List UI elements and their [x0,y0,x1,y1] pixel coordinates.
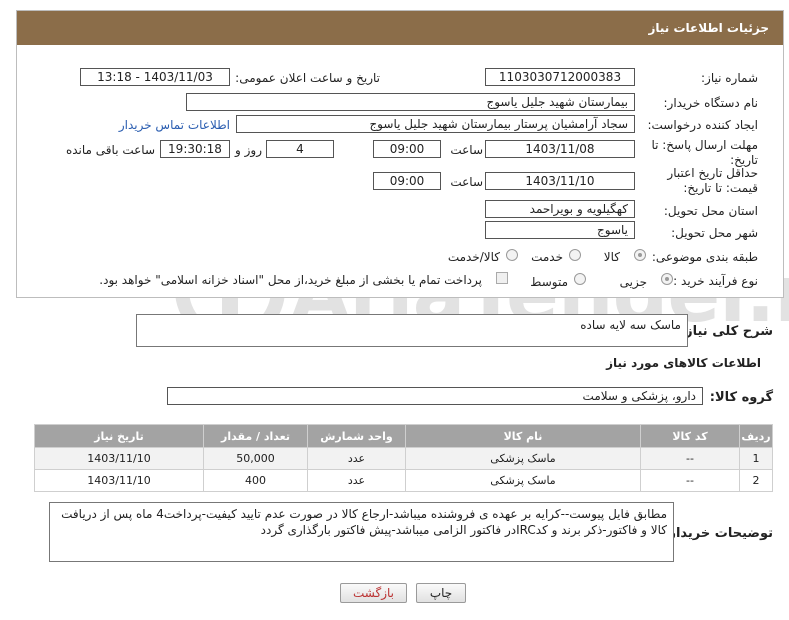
goods-table: ردیف کد کالا نام کالا واحد شمارش تعداد /… [34,424,773,492]
cell-row: 1 [739,447,773,470]
province-field[interactable]: کهگیلویه و بویراحمد [485,200,635,218]
remaining-days-field[interactable]: 4 [266,140,334,158]
purchase-type-partial-radio[interactable] [661,273,673,285]
cell-code: -- [640,447,740,470]
category-service-label: خدمت [531,250,563,264]
buyer-org-field[interactable]: بیمارستان شهید جلیل یاسوج [186,93,635,111]
cell-code: -- [640,469,740,492]
table-row[interactable]: 1 -- ماسک پزشکی عدد 50,000 1403/11/10 [34,447,773,470]
deadline-date-field[interactable]: 1403/11/08 [485,140,635,158]
need-number-field[interactable]: 1103030712000383 [485,68,635,86]
goods-section-title: اطلاعات کالاهای مورد نیاز [606,356,761,370]
requester-label: ایجاد کننده درخواست: [647,118,758,132]
days-label: روز و [235,143,262,157]
buyer-contact-link[interactable]: اطلاعات تماس خریدار [119,118,230,132]
table-header-row: ردیف کد کالا نام کالا واحد شمارش تعداد /… [34,424,773,448]
price-validity-time-label: ساعت [450,175,483,189]
treasury-payment-checkbox[interactable] [496,272,508,284]
table-row[interactable]: 2 -- ماسک پزشکی عدد 400 1403/11/10 [34,469,773,492]
price-validity-date-field[interactable]: 1403/11/10 [485,172,635,190]
category-goods-service-label: کالا/خدمت [447,250,500,264]
remaining-time-label: ساعت باقی مانده [65,143,155,157]
category-goods-label: کالا [603,250,620,264]
col-header-unit: واحد شمارش [307,424,406,448]
price-validity-time-field[interactable]: 09:00 [373,172,441,190]
col-header-row: ردیف [739,424,773,448]
deadline-label: مهلت ارسال پاسخ: تا تاریخ: [651,138,758,167]
category-label: طبقه بندی موضوعی: [651,250,758,264]
province-label: استان محل تحویل: [663,204,758,218]
cell-name: ماسک پزشکی [405,447,641,470]
announce-datetime-label: تاریخ و ساعت اعلان عمومی: [235,71,380,85]
announce-datetime-field[interactable]: 1403/11/03 - 13:18 [80,68,230,86]
cell-name: ماسک پزشکی [405,469,641,492]
cell-unit: عدد [307,447,406,470]
cell-row: 2 [739,469,773,492]
cell-date: 1403/11/10 [34,447,204,470]
summary-field[interactable]: ماسک سه لایه ساده [136,314,688,347]
cell-quantity: 400 [203,469,308,492]
goods-group-field[interactable]: دارو، پزشکی و سلامت [167,387,703,405]
city-field[interactable]: یاسوج [485,221,635,239]
cell-unit: عدد [307,469,406,492]
cell-date: 1403/11/10 [34,469,204,492]
buyer-org-label: نام دستگاه خریدار: [663,96,759,110]
cell-quantity: 50,000 [203,447,308,470]
buyer-notes-label: توضیحات خریدار: [663,526,773,541]
treasury-payment-note: پرداخت تمام یا بخشی از مبلغ خرید،از محل … [99,273,482,287]
purchase-type-label: نوع فرآیند خرید : [673,274,758,288]
remaining-time-field[interactable]: 19:30:18 [160,140,230,158]
deadline-time-label: ساعت [450,143,483,157]
goods-group-label: گروه کالا: [709,390,773,405]
purchase-type-partial-label: جزیی [619,275,647,289]
col-header-date: تاریخ نیاز [34,424,204,448]
print-button[interactable]: چاپ [416,583,466,603]
price-validity-label: حداقل تاریخ اعتبار قیمت: تا تاریخ: [667,166,758,195]
buyer-notes-field[interactable]: مطابق فایل پیوست--کرایه بر عهده ی فروشند… [49,502,674,562]
requester-field[interactable]: سجاد آرامشیان پرستار بیمارستان شهید جلیل… [236,115,635,133]
col-header-name: نام کالا [405,424,641,448]
category-service-radio[interactable] [569,249,581,261]
category-goods-service-radio[interactable] [506,249,518,261]
deadline-time-field[interactable]: 09:00 [373,140,441,158]
purchase-type-medium-radio[interactable] [574,273,586,285]
city-label: شهر محل تحویل: [671,226,758,240]
need-number-label: شماره نیاز: [701,71,758,85]
purchase-type-medium-label: متوسط [530,275,568,289]
back-button[interactable]: بازگشت [340,583,407,603]
panel-title: جزئیات اطلاعات نیاز [17,11,783,45]
col-header-code: کد کالا [640,424,740,448]
col-header-quantity: تعداد / مقدار [203,424,308,448]
summary-label: شرح کلی نیاز: [679,324,773,339]
category-goods-radio[interactable] [634,249,646,261]
